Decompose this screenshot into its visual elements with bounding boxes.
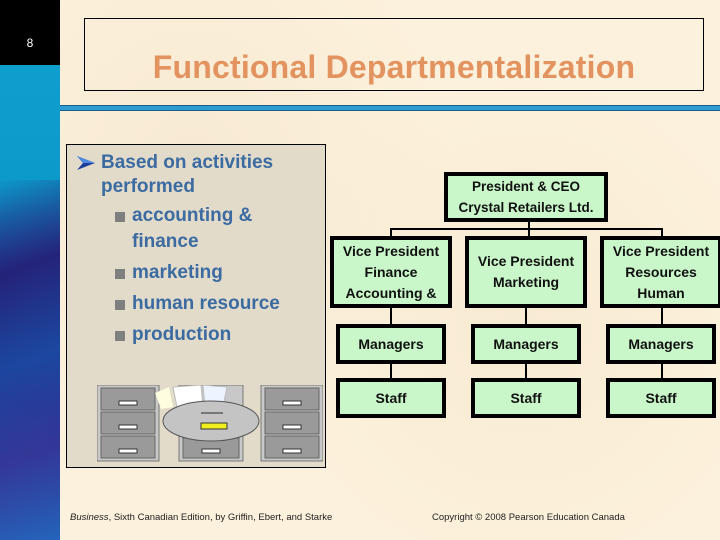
left-decorative-bar <box>0 0 61 540</box>
decorative-swoosh <box>0 180 60 540</box>
book-title: Business <box>70 512 109 523</box>
org-box-line: Crystal Retailers Ltd. <box>458 200 594 215</box>
page-number-box: 8 <box>0 0 60 65</box>
bullet-item: accounting & finance <box>132 205 253 252</box>
bullet-item: marketing <box>132 262 223 283</box>
org-box-managers: Managers <box>336 324 446 364</box>
org-box-line: Human <box>637 284 685 301</box>
org-box-staff: Staff <box>336 378 446 418</box>
org-box-staff: Staff <box>471 378 581 418</box>
footer-citation: Business, Sixth Canadian Edition, by Gri… <box>70 512 332 523</box>
square-bullet-icon <box>115 212 125 222</box>
filing-cabinets-icon <box>97 385 323 462</box>
footer-copyright: Copyright © 2008 Pearson Education Canad… <box>432 512 625 523</box>
book-citation: , Sixth Canadian Edition, by Griffin, Eb… <box>108 512 333 523</box>
org-box-managers: Managers <box>606 324 716 364</box>
org-box-staff: Staff <box>606 378 716 418</box>
square-bullet-icon <box>115 300 125 310</box>
org-box-managers: Managers <box>471 324 581 364</box>
org-box-ceo: President & CEO Crystal Retailers Ltd. <box>444 172 608 222</box>
org-box-line: Vice President <box>612 242 710 259</box>
title-box: Functional Departmentalization <box>84 18 704 91</box>
arrow-bullet-icon <box>77 156 95 170</box>
org-box-vp-finance: Vice President Finance Accounting & <box>330 236 452 308</box>
square-bullet-icon <box>115 331 125 341</box>
bullet-item: human resource <box>132 293 280 314</box>
org-box-line: Marketing <box>492 274 560 290</box>
org-box-line: Finance <box>364 263 418 280</box>
org-box-line: Vice President <box>477 253 575 269</box>
org-box-line: Vice President <box>342 242 440 259</box>
org-box-line: Resources <box>625 263 697 280</box>
org-box-line: President & CEO <box>471 179 581 194</box>
bullet-panel: Based on activities performed accounting… <box>66 144 326 468</box>
square-bullet-icon <box>115 269 125 279</box>
connector-line <box>390 228 662 230</box>
org-box-vp-hr: Vice President Resources Human <box>600 236 720 308</box>
page-number: 8 <box>26 36 34 50</box>
org-box-vp-marketing: Vice President Marketing <box>465 236 587 308</box>
main-bullet: Based on activities performed <box>101 152 274 197</box>
org-box-line: Accounting & <box>345 284 437 301</box>
bullet-item: production <box>132 324 232 345</box>
slide-title: Functional Departmentalization <box>152 49 636 85</box>
title-divider <box>60 105 720 111</box>
